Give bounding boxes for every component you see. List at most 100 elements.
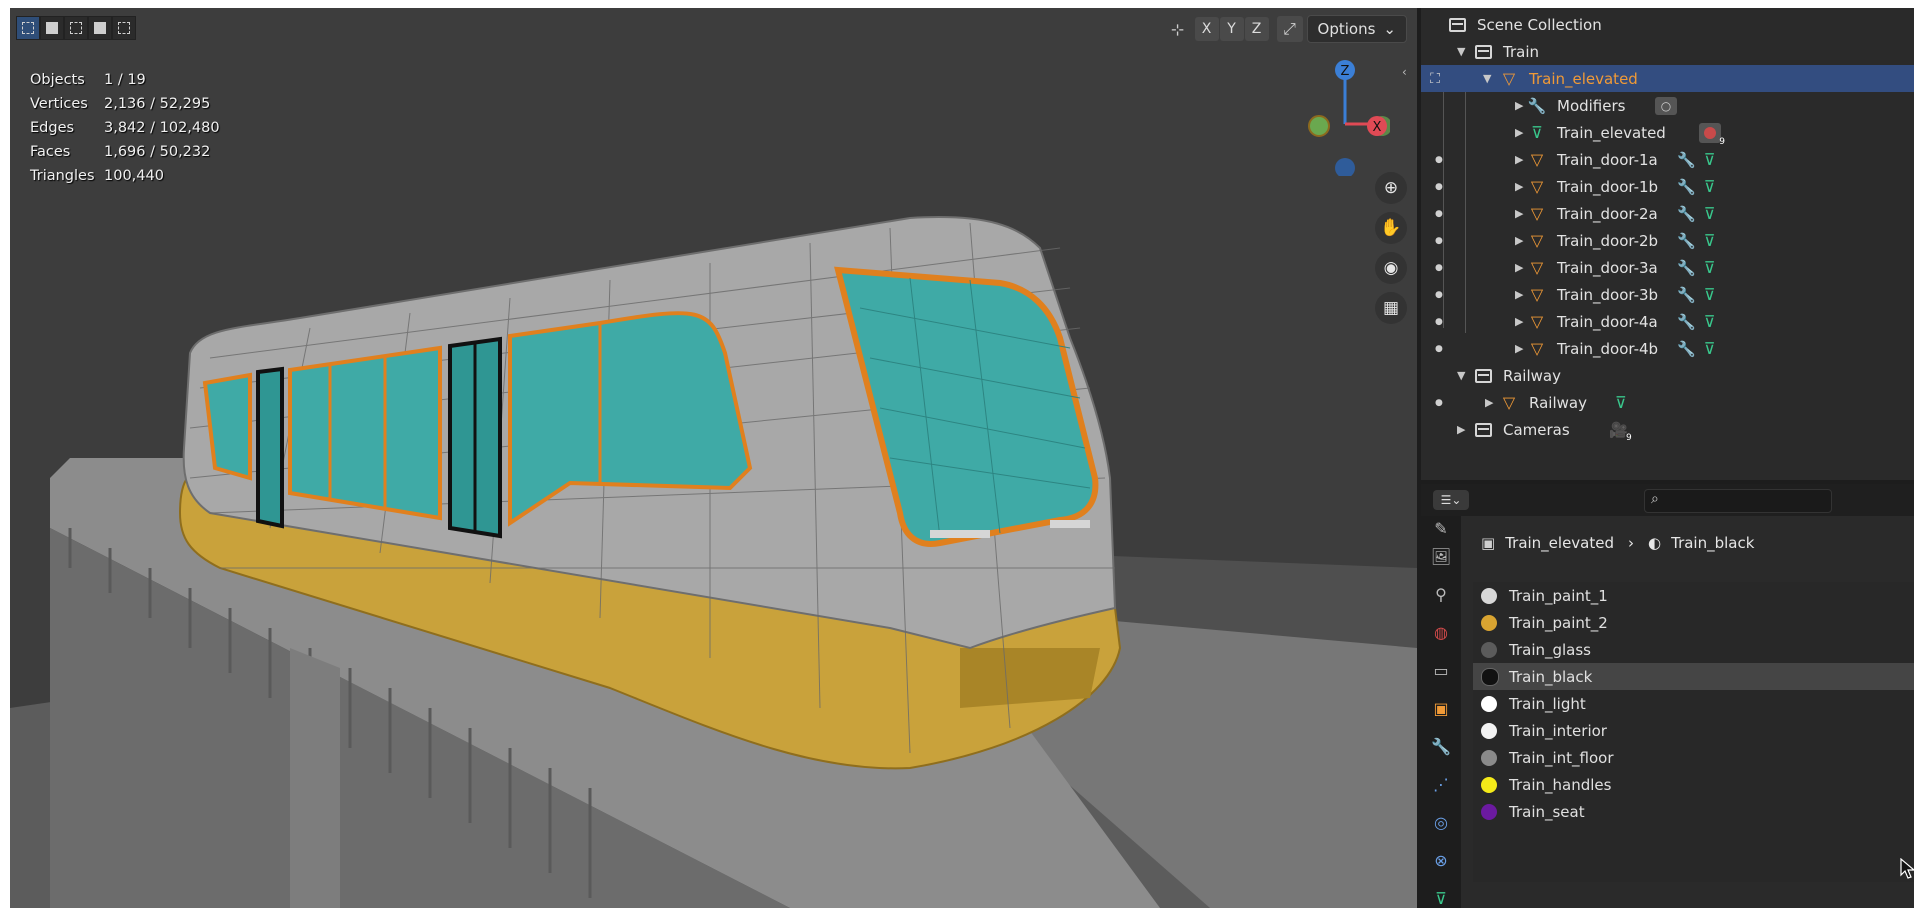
outliner-row-modifiers[interactable]: ▶ 🔧 Modifiers ○: [1421, 92, 1914, 119]
world-tab-icon[interactable]: ◍: [1429, 620, 1453, 644]
scene-render[interactable]: [10, 8, 1417, 908]
mesh-data-icon[interactable]: ⊽: [1704, 204, 1716, 223]
outliner-row-door[interactable]: ● ▶ ▽ Train_door-3a 🔧 ⊽: [1421, 254, 1914, 281]
editor-type-dropdown[interactable]: ☰⌄: [1433, 490, 1469, 510]
tool-tab-icon[interactable]: ✎: [1429, 516, 1453, 540]
visibility-dot-icon[interactable]: ●: [1435, 209, 1443, 219]
camera-icon[interactable]: 🎥 9: [1609, 421, 1632, 443]
3d-viewport[interactable]: ⊹ X Y Z ⤢ Options ⌄ Objects 1 / 19 Vertic…: [10, 8, 1417, 908]
visibility-dot-icon[interactable]: ●: [1435, 290, 1443, 300]
wrench-icon[interactable]: 🔧: [1677, 259, 1696, 277]
mesh-data-icon[interactable]: ⊽: [1704, 285, 1716, 304]
properties-search-input[interactable]: ⌕: [1644, 489, 1832, 513]
outliner-row-railway-collection[interactable]: ▼ Railway: [1421, 362, 1914, 389]
constraints-tab-icon[interactable]: ⊗: [1429, 848, 1453, 872]
mesh-data-icon[interactable]: ⊽: [1704, 177, 1716, 196]
outliner-row-door[interactable]: ● ▶ ▽ Train_door-1a 🔧 ⊽: [1421, 146, 1914, 173]
expand-arrow-icon[interactable]: ▶: [1515, 261, 1523, 274]
wrench-icon[interactable]: 🔧: [1677, 340, 1696, 358]
mesh-data-icon[interactable]: ⊽: [1704, 312, 1716, 331]
expand-arrow-icon[interactable]: ▶: [1515, 288, 1523, 301]
mesh-data-icon[interactable]: ⊽: [1704, 258, 1716, 277]
material-slot[interactable]: Train_light: [1473, 690, 1914, 717]
options-dropdown[interactable]: Options ⌄: [1306, 15, 1407, 43]
material-slot-active[interactable]: Train_black: [1473, 663, 1914, 690]
outliner-row-door[interactable]: ● ▶ ▽ Train_door-4a 🔧 ⊽: [1421, 308, 1914, 335]
select-extend-icon[interactable]: [64, 16, 88, 40]
expand-arrow-icon[interactable]: ▶: [1515, 126, 1523, 139]
expand-arrow-icon[interactable]: ▶: [1515, 315, 1523, 328]
material-sphere-icon[interactable]: 9: [1699, 122, 1725, 147]
mirror-icon[interactable]: ⊹: [1165, 16, 1191, 42]
outliner-row-cameras-collection[interactable]: ▶ Cameras 🎥 9: [1421, 416, 1914, 443]
modifier-tab-icon[interactable]: 🔧: [1429, 734, 1453, 758]
mesh-data-icon[interactable]: ⊽: [1704, 339, 1716, 358]
outliner-row-door[interactable]: ● ▶ ▽ Train_door-1b 🔧 ⊽: [1421, 173, 1914, 200]
render-output-tab-icon[interactable]: 🖼: [1429, 544, 1453, 568]
material-slot[interactable]: Train_paint_2: [1473, 609, 1914, 636]
visibility-dot-icon[interactable]: ●: [1435, 344, 1443, 354]
outliner-row-railway-object[interactable]: ● ▶ ▽ Railway ⊽: [1421, 389, 1914, 416]
edit-mode-icon[interactable]: ⛶: [1425, 69, 1445, 89]
expand-arrow-icon[interactable]: ▶: [1515, 153, 1523, 166]
material-slot[interactable]: Train_int_floor: [1473, 744, 1914, 771]
scene-tab-icon[interactable]: ⚲: [1429, 582, 1453, 606]
visibility-dot-icon[interactable]: ●: [1435, 263, 1443, 273]
wrench-icon[interactable]: 🔧: [1677, 286, 1696, 304]
outliner-row-door[interactable]: ● ▶ ▽ Train_door-3b 🔧 ⊽: [1421, 281, 1914, 308]
wrench-icon[interactable]: 🔧: [1677, 232, 1696, 250]
zoom-icon[interactable]: ⊕: [1375, 172, 1407, 204]
visibility-dot-icon[interactable]: ●: [1435, 182, 1443, 192]
expand-arrow-icon[interactable]: ▶: [1457, 423, 1465, 436]
expand-arrow-icon[interactable]: ▼: [1457, 369, 1465, 382]
mesh-data-icon[interactable]: ⊽: [1704, 150, 1716, 169]
outliner-row-train-elevated[interactable]: ⛶ ▼ ▽ Train_elevated: [1421, 65, 1914, 92]
data-tab-icon[interactable]: ⊽: [1429, 886, 1453, 910]
wrench-icon[interactable]: 🔧: [1677, 178, 1696, 196]
select-intersect-icon[interactable]: [112, 16, 136, 40]
expand-arrow-icon[interactable]: ▶: [1515, 207, 1523, 220]
outliner-row-door[interactable]: ● ▶ ▽ Train_door-2b 🔧 ⊽: [1421, 227, 1914, 254]
select-box-icon[interactable]: [16, 16, 40, 40]
material-slot[interactable]: Train_interior: [1473, 717, 1914, 744]
visibility-dot-icon[interactable]: ●: [1435, 398, 1443, 408]
select-subtract-icon[interactable]: [88, 16, 112, 40]
object-tab-icon[interactable]: ▣: [1429, 696, 1453, 720]
expand-arrow-icon[interactable]: ▼: [1483, 72, 1491, 85]
visibility-dot-icon[interactable]: ●: [1435, 236, 1443, 246]
outliner-row-train-collection[interactable]: ▼ Train: [1421, 38, 1914, 65]
wrench-icon[interactable]: 🔧: [1677, 313, 1696, 331]
wrench-icon[interactable]: 🔧: [1677, 151, 1696, 169]
modifier-circle-icon[interactable]: ○: [1655, 96, 1677, 115]
collection-tab-icon[interactable]: ▭: [1429, 658, 1453, 682]
material-slot[interactable]: Train_glass: [1473, 636, 1914, 663]
material-slot[interactable]: Train_paint_1: [1473, 582, 1914, 609]
navigation-gizmo[interactable]: Z X: [1300, 56, 1390, 176]
expand-arrow-icon[interactable]: ▼: [1457, 45, 1465, 58]
axis-z-button[interactable]: Z: [1244, 17, 1269, 41]
expand-arrow-icon[interactable]: ▶: [1515, 180, 1523, 193]
mesh-data-icon[interactable]: ⊽: [1704, 231, 1716, 250]
axis-y-button[interactable]: Y: [1219, 17, 1244, 41]
mesh-data-icon[interactable]: ⊽: [1615, 393, 1627, 412]
material-slot[interactable]: Train_handles: [1473, 771, 1914, 798]
sidebar-toggle-icon[interactable]: ‹: [1402, 65, 1407, 79]
outliner-row-mesh-data[interactable]: ▶ ⊽ Train_elevated 9: [1421, 119, 1914, 147]
axis-x-button[interactable]: X: [1194, 17, 1219, 41]
pan-hand-icon[interactable]: ✋: [1375, 212, 1407, 244]
snap-icon[interactable]: ⤢: [1276, 16, 1303, 42]
outliner-row-door[interactable]: ● ▶ ▽ Train_door-2a 🔧 ⊽: [1421, 200, 1914, 227]
outliner-row-scene-collection[interactable]: Scene Collection: [1421, 11, 1914, 38]
visibility-dot-icon[interactable]: ●: [1435, 317, 1443, 327]
expand-arrow-icon[interactable]: ▶: [1515, 234, 1523, 247]
material-slot[interactable]: Train_seat: [1473, 798, 1914, 825]
expand-arrow-icon[interactable]: ▶: [1515, 342, 1523, 355]
select-new-icon[interactable]: [40, 16, 64, 40]
perspective-grid-icon[interactable]: ▦: [1375, 292, 1407, 324]
wrench-icon[interactable]: 🔧: [1677, 205, 1696, 223]
particles-tab-icon[interactable]: ⋰: [1429, 772, 1453, 796]
expand-arrow-icon[interactable]: ▶: [1515, 99, 1523, 112]
camera-view-icon[interactable]: ◉: [1375, 252, 1407, 284]
physics-tab-icon[interactable]: ◎: [1429, 810, 1453, 834]
visibility-dot-icon[interactable]: ●: [1435, 155, 1443, 165]
